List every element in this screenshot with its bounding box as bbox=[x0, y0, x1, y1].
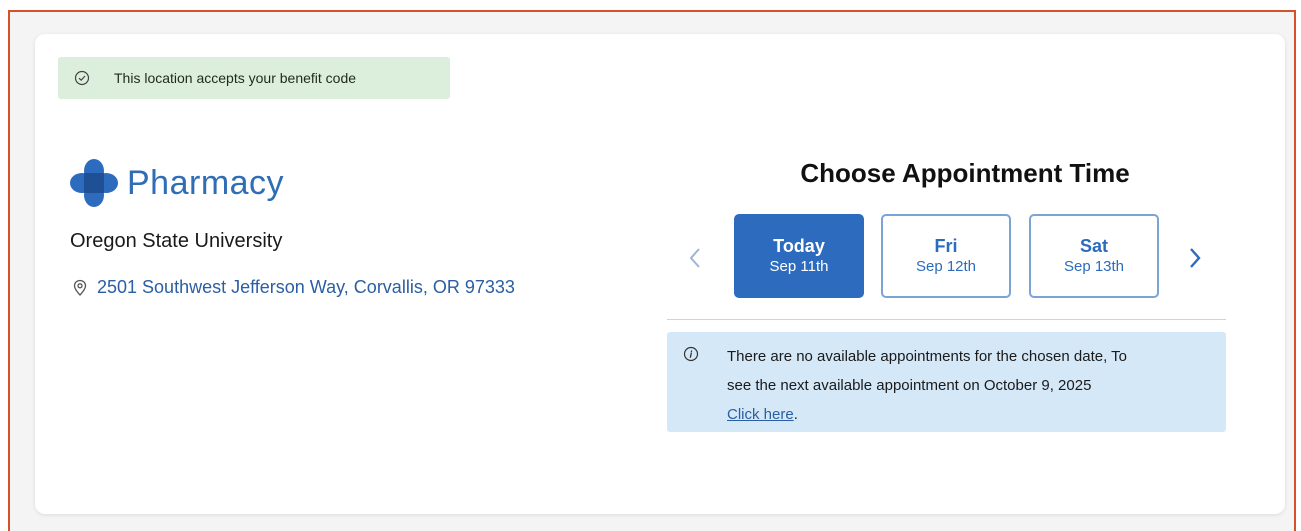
section-divider bbox=[667, 319, 1226, 320]
date-option-today[interactable]: Today Sep 11th bbox=[734, 214, 864, 298]
date-option-date: Sep 11th bbox=[769, 258, 829, 275]
date-option-sat[interactable]: Sat Sep 13th bbox=[1029, 214, 1159, 298]
chevron-right-icon bbox=[1190, 248, 1201, 268]
screenshot-frame: This location accepts your benefit code … bbox=[8, 10, 1296, 531]
date-option-date: Sep 12th bbox=[915, 258, 977, 275]
prev-dates-button[interactable] bbox=[681, 242, 709, 274]
date-option-fri[interactable]: Fri Sep 12th bbox=[881, 214, 1011, 298]
location-name: Oregon State University bbox=[70, 230, 283, 252]
map-pin-icon bbox=[72, 279, 88, 297]
address-link[interactable]: 2501 Southwest Jefferson Way, Corvallis,… bbox=[97, 277, 515, 298]
notice-line-2: see the next available appointment on Oc… bbox=[727, 377, 1092, 394]
date-option-day: Today bbox=[773, 236, 825, 256]
appointment-title: Choose Appointment Time bbox=[800, 158, 1130, 188]
chevron-left-icon bbox=[689, 248, 700, 268]
benefit-banner-text: This location accepts your benefit code bbox=[114, 70, 357, 86]
date-option-date: Sep 13th bbox=[1063, 258, 1125, 275]
pharmacy-cross-logo bbox=[69, 158, 119, 208]
check-circle-icon bbox=[74, 70, 90, 86]
date-option-day: Sat bbox=[1079, 236, 1108, 256]
notice-suffix: . bbox=[793, 406, 798, 423]
next-dates-button[interactable] bbox=[1181, 242, 1209, 274]
notice-line-3: Click here. bbox=[727, 400, 1206, 429]
no-appointments-notice: There are no available appointments for … bbox=[667, 332, 1226, 432]
date-option-day: Fri bbox=[934, 236, 958, 256]
benefit-code-banner: This location accepts your benefit code bbox=[58, 57, 450, 99]
location-card: This location accepts your benefit code … bbox=[35, 34, 1285, 514]
pharmacy-brand: Pharmacy bbox=[69, 158, 284, 208]
click-here-link[interactable]: Click here bbox=[727, 406, 794, 423]
brand-name: Pharmacy bbox=[127, 163, 285, 202]
location-address[interactable]: 2501 Southwest Jefferson Way, Corvallis,… bbox=[72, 277, 515, 298]
notice-line-1: There are no available appointments for … bbox=[727, 348, 1127, 365]
info-icon bbox=[683, 346, 699, 362]
